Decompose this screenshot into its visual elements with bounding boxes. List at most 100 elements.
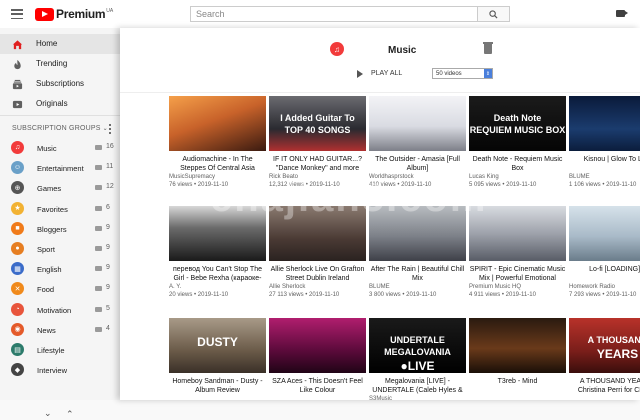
thumbnail-text: I Added Guitar To — [280, 113, 355, 123]
video-channel[interactable]: BLUME — [369, 284, 390, 290]
thumbnail-text: REQUIEM MUSIC BOX — [469, 125, 566, 135]
group-count: 12 — [106, 183, 114, 191]
video-title[interactable]: SZA Aces - This Doesn't Feel Like Colour — [269, 377, 366, 395]
home-icon — [12, 40, 23, 50]
group-label: Favorites — [37, 204, 68, 214]
group-icon: ★ — [11, 201, 24, 215]
group-video-icon — [95, 165, 102, 171]
subscription-group-item[interactable]: ◉ News 4 — [0, 320, 120, 340]
video-meta: 3 800 views • 2019-11-10 — [369, 292, 437, 298]
video-thumbnail[interactable]: Death Note REQUIEM MUSIC BOX — [469, 96, 566, 151]
group-icon: ⊕ — [11, 181, 24, 195]
video-thumbnail[interactable] — [269, 318, 366, 373]
video-thumbnail[interactable] — [469, 206, 566, 261]
video-thumbnail[interactable]: DUSTY — [169, 318, 266, 373]
thumbnail-text: YEARS — [596, 347, 639, 361]
video-thumbnail[interactable] — [169, 206, 266, 261]
group-icon: ☺ — [11, 161, 24, 175]
video-meta: 12,312 views • 2019-11-10 — [269, 182, 340, 188]
subscription-group-item[interactable]: ☺ Entertainment 11 — [0, 158, 120, 178]
subscription-group-item[interactable]: ● Sport 9 — [0, 239, 120, 259]
video-meta: 7 293 views • 2019-11-10 — [569, 292, 637, 298]
group-icon: ■ — [11, 221, 24, 235]
video-title[interactable]: Allie Sherlock Live On Grafton Street Du… — [269, 265, 366, 283]
video-channel[interactable]: Lucas King — [469, 174, 499, 180]
trash-icon[interactable] — [483, 42, 493, 54]
subscription-group-item[interactable]: ▦ English 9 — [0, 259, 120, 279]
video-thumbnail[interactable] — [369, 206, 466, 261]
video-meta: 76 views • 2019-11-10 — [169, 182, 229, 188]
subscription-group-item[interactable]: ▤ Lifestyle — [0, 340, 120, 360]
thumbnail-text: Death Note — [493, 113, 542, 123]
video-title[interactable]: IF IT ONLY HAD GUITAR...? "Dance Monkey"… — [269, 155, 366, 173]
subscription-group-item[interactable]: ◆ Interview — [0, 360, 120, 380]
nav-subscriptions[interactable]: Subscriptions — [0, 74, 120, 94]
group-icon: ◔ — [11, 302, 24, 316]
video-thumbnail[interactable]: UNDERTALE MEGALOVANIA ●LIVE — [369, 318, 466, 373]
subscription-groups-heading[interactable]: SUBSCRIPTION GROUPS ⌄ — [12, 125, 108, 132]
video-title[interactable]: A THOUSAND YEARS - Christina Perri for C… — [569, 377, 640, 395]
group-label: Sport — [37, 245, 55, 254]
group-count: 9 — [106, 264, 110, 272]
video-title[interactable]: The Outsider - Amasia [Full Album] — [369, 155, 466, 173]
group-count: 4 — [106, 324, 110, 332]
video-title[interactable]: Homeboy Sandman - Dusty - Album Review — [169, 377, 266, 395]
video-title[interactable]: After The Rain | Beautiful Chill Mix — [369, 265, 466, 283]
video-thumbnail[interactable]: A THOUSAND YEARS — [569, 318, 640, 373]
subscription-group-item[interactable]: ◔ Motivation 5 — [0, 300, 120, 320]
search-input[interactable]: Search — [190, 6, 478, 22]
video-channel[interactable]: Worldhasprstock — [369, 174, 414, 180]
video-thumbnail[interactable] — [369, 96, 466, 151]
video-count-value: 50 videos — [436, 70, 462, 77]
scroll-up-icon[interactable]: ⌃ — [66, 409, 74, 420]
flame-icon — [14, 59, 21, 70]
subscription-group-item[interactable]: ■ Bloggers 9 — [0, 219, 120, 239]
group-label: News — [37, 325, 56, 335]
video-camera-icon[interactable] — [616, 10, 628, 17]
subscription-group-item[interactable]: ⊕ Games 12 — [0, 178, 120, 198]
subscription-group-item[interactable]: ✕ Food 9 — [0, 279, 120, 299]
group-title: Music — [388, 45, 417, 56]
brand-country: UA — [106, 8, 114, 14]
video-channel[interactable]: A. Y. — [169, 284, 181, 290]
video-title[interactable]: SPIRIT - Epic Cinematic Music Mix | Powe… — [469, 265, 566, 283]
video-thumbnail[interactable] — [269, 206, 366, 261]
menu-icon[interactable] — [11, 9, 23, 19]
video-title[interactable]: Death Note - Requiem Music Box — [469, 155, 566, 173]
video-thumbnail[interactable] — [569, 206, 640, 261]
video-channel[interactable]: Rick Beato — [269, 174, 298, 180]
search-button[interactable] — [478, 6, 510, 22]
video-thumbnail[interactable] — [469, 318, 566, 373]
play-all-button[interactable]: PLAY ALL — [371, 70, 402, 77]
video-channel[interactable]: Premium Music HQ — [469, 284, 521, 290]
video-thumbnail[interactable] — [569, 96, 640, 151]
subscription-group-item[interactable]: ★ Favorites 6 — [0, 199, 120, 219]
video-channel[interactable]: BLUME — [569, 174, 590, 180]
group-icon: ● — [11, 242, 24, 255]
nav-originals[interactable]: Originals — [0, 94, 120, 114]
more-vertical-icon[interactable] — [109, 124, 112, 134]
video-count-select[interactable]: 50 videos ⇕ — [432, 68, 493, 79]
video-thumbnail[interactable] — [169, 96, 266, 151]
video-channel[interactable]: MusicSupremacy — [169, 174, 215, 180]
youtube-play-icon — [35, 7, 54, 21]
play-icon[interactable] — [357, 70, 363, 78]
video-channel[interactable]: S3Music — [369, 396, 392, 402]
subscription-group-item[interactable]: ♫ Music 16 — [0, 138, 120, 158]
video-title[interactable]: Kisnou | Glow To Last — [569, 155, 640, 164]
video-thumbnail[interactable]: I Added Guitar To TOP 40 SONGS — [269, 96, 366, 151]
subscription-groups-heading-text: SUBSCRIPTION GROUPS — [12, 125, 101, 132]
group-label: Music — [37, 144, 57, 153]
group-label: Food — [37, 285, 55, 295]
video-title[interactable]: Lo-fi [LOADING]... — [569, 265, 640, 274]
video-title[interactable]: T3reb - Mind — [469, 377, 566, 386]
nav-home[interactable]: Home — [0, 34, 120, 54]
nav-trending[interactable]: Trending — [0, 54, 120, 74]
video-title[interactable]: Megalovania [LIVE] - UNDERTALE (Caleb Hy… — [369, 377, 466, 395]
video-channel[interactable]: Homework Radio — [569, 284, 615, 290]
scroll-down-icon[interactable]: ⌄ — [44, 408, 52, 419]
video-channel[interactable]: Allie Sherlock — [269, 284, 305, 290]
youtube-premium-logo[interactable]: Premium UA — [35, 7, 113, 21]
video-title[interactable]: перевод You Can't Stop The Girl - Bebe R… — [169, 265, 266, 283]
video-title[interactable]: Audiomachine - In The Steppes Of Central… — [169, 155, 266, 173]
